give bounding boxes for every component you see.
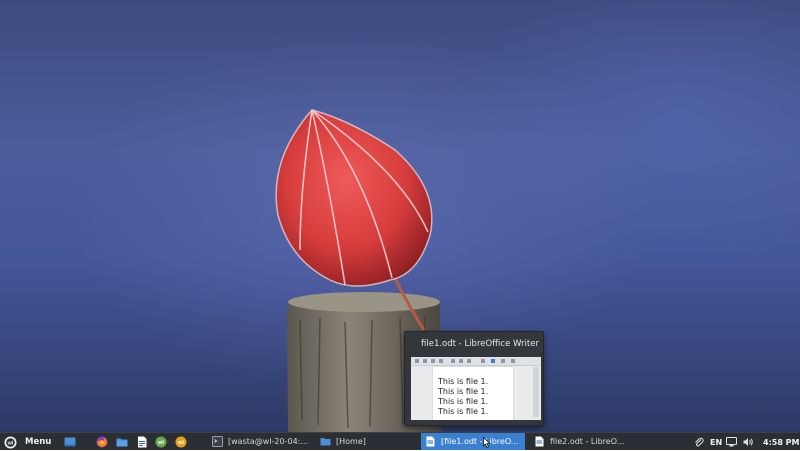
thumbnail-text-line: This is file 1. bbox=[438, 387, 489, 396]
taskbar: wl Menu wl wl [wasta@wl-20-04:... [Home]… bbox=[0, 432, 800, 450]
mouse-cursor-icon bbox=[483, 437, 491, 448]
folder-icon bbox=[320, 438, 331, 446]
display-icon[interactable] bbox=[726, 437, 737, 447]
preview-thumbnail[interactable]: This is file 1. This is file 1. This is … bbox=[411, 357, 541, 420]
firefox-icon[interactable] bbox=[96, 436, 108, 448]
thumbnail-toolbar bbox=[411, 357, 541, 366]
task-terminal[interactable]: [wasta@wl-20-04:... bbox=[208, 433, 314, 450]
menu-label: Menu bbox=[25, 437, 52, 447]
wasta-green-icon[interactable]: wl bbox=[155, 436, 167, 448]
thumbnail-sidebar bbox=[533, 367, 539, 417]
paperclip-icon[interactable] bbox=[694, 437, 704, 447]
menu-button[interactable]: wl Menu bbox=[4, 433, 51, 451]
svg-text:wl: wl bbox=[157, 440, 164, 446]
writer-document-icon bbox=[535, 436, 544, 447]
keyboard-layout-label: EN bbox=[710, 437, 723, 447]
show-desktop-icon[interactable] bbox=[64, 436, 76, 448]
volume-icon[interactable] bbox=[743, 437, 754, 447]
wasta-orange-icon[interactable]: wl bbox=[175, 436, 187, 448]
task-file2-writer[interactable]: file2.odt - LibreO... bbox=[530, 433, 634, 450]
preview-title: file1.odt - LibreOffice Writer bbox=[421, 339, 539, 349]
task-file1-writer[interactable]: [file1.odt - LibreO... bbox=[421, 433, 525, 450]
task-label: [Home] bbox=[336, 437, 366, 446]
wallpaper-image bbox=[275, 109, 442, 432]
clock-label: 4:58 PM bbox=[763, 437, 800, 447]
terminal-icon bbox=[212, 436, 223, 447]
task-home-folder[interactable]: [Home] bbox=[316, 433, 416, 450]
writer-document-icon bbox=[426, 436, 435, 447]
svg-text:wl: wl bbox=[7, 440, 14, 446]
svg-text:wl: wl bbox=[177, 440, 184, 446]
thumbnail-text-line: This is file 1. bbox=[438, 377, 489, 386]
writer-document-icon[interactable] bbox=[136, 436, 148, 448]
thumbnail-text-line: This is file 1. bbox=[438, 407, 489, 416]
task-label: [file1.odt - LibreO... bbox=[441, 437, 519, 446]
task-label: file2.odt - LibreO... bbox=[550, 437, 625, 446]
desktop-wallpaper bbox=[0, 0, 800, 432]
clock[interactable]: 4:58 PM bbox=[763, 433, 800, 451]
files-folder-icon[interactable] bbox=[116, 436, 128, 448]
window-preview-popup[interactable]: file1.odt - LibreOffice Writer This is f… bbox=[404, 331, 544, 426]
keyboard-layout-indicator[interactable]: EN bbox=[710, 433, 722, 451]
thumbnail-text-line: This is file 1. bbox=[438, 397, 489, 406]
task-label: [wasta@wl-20-04:... bbox=[228, 437, 308, 446]
wasta-logo-icon: wl bbox=[4, 436, 17, 448]
